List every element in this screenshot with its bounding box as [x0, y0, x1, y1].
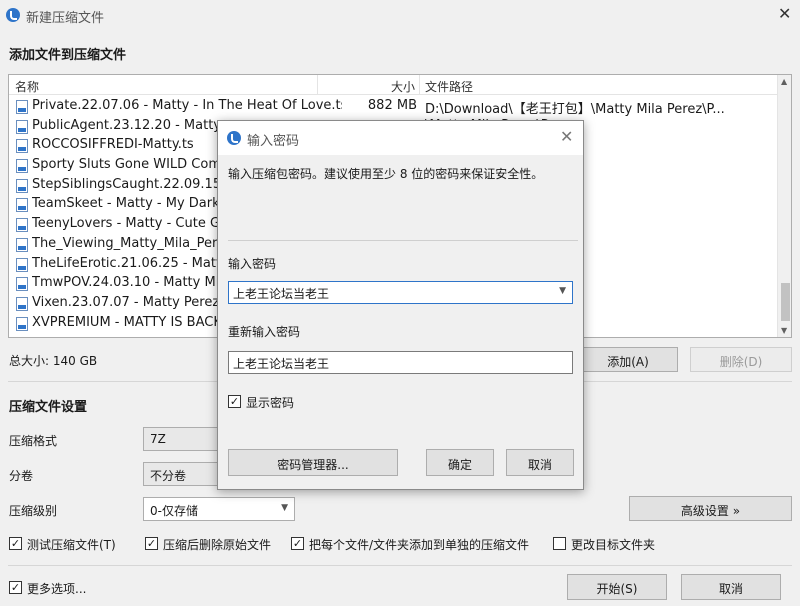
level-select[interactable]: 0-仅存储 ▼: [143, 497, 295, 521]
add-section-title: 添加文件到压缩文件: [9, 48, 127, 63]
start-button-label: 开始(S): [596, 582, 638, 596]
video-file-icon: [16, 277, 28, 292]
delete-button-label: 删除(D): [719, 355, 763, 369]
checkbox-box[interactable]: ✓: [145, 537, 158, 550]
video-file-icon: [16, 100, 28, 114]
password-input[interactable]: 上老王论坛当老王 ▼: [228, 281, 573, 304]
dialog-cancel-label: 取消: [527, 458, 552, 472]
password-manager-button[interactable]: 密码管理器...: [228, 449, 398, 476]
dialog-title: 输入密码: [247, 134, 300, 149]
dialog-cancel-button[interactable]: 取消: [506, 449, 574, 476]
vertical-scrollbar[interactable]: ▲ ▼: [777, 75, 791, 337]
checkbox-box[interactable]: ✓: [291, 537, 304, 550]
format-label: 压缩格式: [9, 434, 58, 448]
column-path-header[interactable]: 文件路径: [425, 78, 473, 95]
title-bar: 新建压缩文件 ✕: [0, 0, 800, 30]
advanced-button-label: 高级设置 »: [680, 504, 741, 518]
column-separator[interactable]: [419, 75, 420, 95]
add-button-label: 添加(A): [607, 355, 649, 369]
video-file-icon: [16, 139, 28, 154]
advanced-settings-button[interactable]: 高级设置 »: [629, 496, 792, 521]
close-icon[interactable]: ✕: [778, 4, 791, 23]
password-label: 输入密码: [228, 257, 277, 271]
scroll-down-icon[interactable]: ▼: [781, 326, 787, 335]
checkbox-box[interactable]: ✓: [228, 395, 241, 408]
table-row[interactable]: Private.22.07.06 - Matty - In The Heat O…: [9, 97, 777, 117]
settings-title: 压缩文件设置: [9, 400, 88, 415]
checkbox-label: 把每个文件/文件夹添加到单独的压缩文件: [309, 538, 530, 552]
format-value: 7Z: [150, 432, 166, 446]
section-divider: [8, 565, 792, 566]
dialog-divider: [228, 240, 578, 241]
checkbox-label: 测试压缩文件(T): [27, 538, 116, 552]
reenter-value: 上老王论坛当老王: [233, 357, 330, 371]
video-file-icon: [16, 316, 28, 331]
checkbox-label: 显示密码: [246, 396, 295, 410]
total-size: 总大小: 140 GB: [9, 354, 98, 368]
video-file-icon: [16, 237, 28, 252]
volume-value: 不分卷: [150, 469, 187, 483]
scroll-up-icon[interactable]: ▲: [781, 77, 787, 86]
video-file-icon: [16, 159, 28, 174]
password-dialog: 输入密码 ✕ 输入压缩包密码。建议使用至少 8 位的密码来保证安全性。 输入密码…: [217, 120, 584, 490]
delete-button[interactable]: 删除(D): [690, 347, 792, 372]
video-file-icon: [16, 257, 28, 272]
dialog-header: 输入密码 ✕: [218, 121, 583, 155]
volume-label: 分卷: [9, 469, 34, 483]
app-logo-icon: [6, 8, 20, 22]
cancel-button[interactable]: 取消: [681, 574, 781, 600]
video-file-icon: [16, 296, 28, 311]
manager-button-label: 密码管理器...: [277, 458, 349, 472]
checkbox-box[interactable]: ✓: [9, 581, 22, 594]
scroll-thumb[interactable]: [781, 283, 790, 321]
video-file-icon: [16, 198, 28, 213]
dialog-message: 输入压缩包密码。建议使用至少 8 位的密码来保证安全性。: [228, 167, 544, 181]
video-file-icon: [16, 218, 28, 233]
level-value: 0-仅存储: [150, 504, 198, 518]
app-logo-icon: [227, 131, 241, 145]
ok-button[interactable]: 确定: [426, 449, 494, 476]
checkbox-label: 压缩后删除原始文件: [163, 538, 272, 552]
column-separator[interactable]: [317, 75, 318, 95]
start-button[interactable]: 开始(S): [567, 574, 667, 600]
checkbox-label: 更多选项...: [27, 582, 87, 596]
add-button[interactable]: 添加(A): [578, 347, 678, 372]
video-file-icon: [16, 119, 28, 134]
cancel-button-label: 取消: [718, 582, 743, 596]
chevron-down-icon[interactable]: ▼: [559, 286, 566, 296]
file-size: 882 MB: [367, 98, 417, 113]
reenter-label: 重新输入密码: [228, 325, 301, 339]
level-label: 压缩级别: [9, 504, 58, 518]
checkbox-box[interactable]: [553, 537, 566, 550]
reenter-password-input[interactable]: 上老王论坛当老王: [228, 351, 573, 374]
column-size-header[interactable]: 大小: [391, 78, 415, 95]
video-file-icon: [16, 178, 28, 193]
password-value: 上老王论坛当老王: [233, 287, 330, 301]
file-path: D:\Download\【老王打包】\Matty Mila Perez\P...: [425, 102, 725, 117]
window-title: 新建压缩文件: [26, 11, 105, 26]
chevron-down-icon: ▼: [281, 503, 288, 513]
checkbox-box[interactable]: ✓: [9, 537, 22, 550]
close-icon[interactable]: ✕: [560, 127, 573, 146]
ok-button-label: 确定: [447, 458, 472, 472]
file-name: Private.22.07.06 - Matty - In The Heat O…: [32, 98, 342, 113]
checkbox-label: 更改目标文件夹: [571, 538, 656, 552]
file-list-header: 名称 大小 文件路径: [9, 75, 777, 95]
column-name-header[interactable]: 名称: [15, 78, 39, 95]
